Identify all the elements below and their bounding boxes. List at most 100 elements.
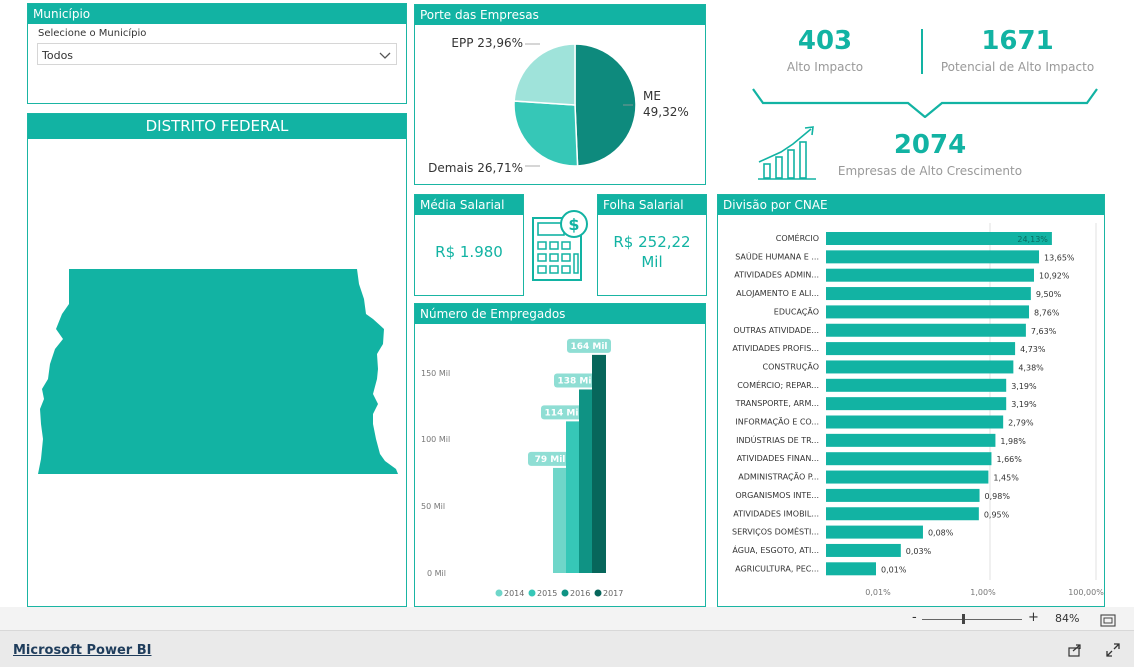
cnae-data-label: 3,19% (1011, 400, 1037, 409)
cnae-category-label: ATIVIDADES IMOBIL... (733, 509, 819, 518)
pie-slice-epp[interactable] (513, 43, 576, 106)
power-bi-link[interactable]: Microsoft Power BI (13, 643, 151, 658)
emp-bar-2017[interactable] (592, 354, 606, 573)
cnae-bar[interactable] (826, 470, 989, 484)
pie-label-me-value: 49,32% (643, 105, 689, 119)
media-salarial-title: Média Salarial (415, 195, 523, 215)
cnae-data-label: 7,63% (1031, 327, 1057, 336)
porte-pie-chart: EPP 23,96% ME 49,32% Demais 26,71% (428, 36, 689, 175)
cnae-data-label: 1,98% (1000, 437, 1026, 446)
folha-salarial-value: R$ 252,22 (613, 233, 691, 251)
cnae-data-label: 9,50% (1036, 290, 1062, 299)
cnae-title: Divisão por CNAE (718, 195, 1104, 215)
pie-label-demais: Demais 26,71% (428, 161, 523, 175)
cnae-category-label: ORGANISMOS INTE... (735, 491, 819, 500)
legend-label-2017: 2017 (603, 589, 623, 598)
legend-label-2015: 2015 (537, 589, 557, 598)
cnae-bar[interactable] (826, 507, 979, 521)
emp-bar-2016[interactable] (579, 389, 593, 573)
kpi-alto-crescimento-label: Empresas de Alto Crescimento (837, 164, 1023, 178)
cnae-category-label: COMÉRCIO; REPAR... (737, 379, 819, 390)
cnae-data-label: 3,19% (1011, 382, 1037, 391)
cnae-data-label: 1,66% (996, 455, 1022, 464)
zoom-slider-track[interactable] (922, 619, 1022, 620)
cnae-category-label: SAÚDE HUMANA E ... (735, 250, 819, 261)
cnae-category-label: ATIVIDADES ADMIN... (734, 271, 819, 280)
y-tick-100: 100 Mil (421, 435, 450, 444)
growth-chart-icon (756, 124, 821, 186)
cnae-bar[interactable] (826, 543, 901, 557)
municipio-dropdown[interactable]: Todos (37, 43, 397, 65)
kpi-potencial-label: Potencial de Alto Impacto (940, 60, 1095, 74)
folha-salarial-title: Folha Salarial (598, 195, 706, 215)
cnae-bar[interactable] (826, 360, 1014, 374)
cnae-data-label: 13,65% (1044, 253, 1075, 262)
cnae-bar[interactable] (826, 250, 1040, 264)
pie-slice-demais[interactable] (513, 100, 579, 167)
municipio-label: Selecione o Município (38, 28, 147, 39)
emp-bar-2015[interactable] (566, 421, 580, 573)
cnae-bar[interactable] (826, 433, 996, 447)
map-title: DISTRITO FEDERAL (28, 114, 406, 139)
cnae-bar[interactable] (826, 378, 1007, 392)
emp-data-label-2014: 79 Mil (535, 455, 566, 465)
calculator-icon: $ (530, 208, 590, 287)
fit-to-page-icon[interactable] (1100, 612, 1116, 631)
share-icon[interactable] (1067, 642, 1083, 662)
cnae-panel: Divisão por CNAE COMÉRCIO 24,13% SAÚDE HUM… (717, 194, 1105, 607)
cnae-category-label: ADMINISTRAÇÃO P... (738, 472, 819, 482)
cnae-category-label: COMÉRCIO (776, 232, 819, 243)
cnae-bar[interactable] (826, 323, 1026, 337)
cnae-data-label: 10,92% (1039, 272, 1070, 281)
cnae-data-label: 4,38% (1018, 363, 1044, 372)
cnae-bar[interactable] (826, 305, 1030, 319)
pie-label-me: ME (643, 89, 661, 103)
pie-label-epp: EPP 23,96% (451, 36, 523, 50)
cnae-category-label: EDUCAÇÃO (774, 306, 819, 316)
cnae-bar[interactable] (826, 268, 1034, 282)
cnae-category-label: ATIVIDADES FINAN... (737, 454, 819, 463)
distrito-federal-map[interactable] (28, 139, 406, 605)
legend-dot-2016 (561, 589, 569, 597)
cnae-category-label: SERVIÇOS DOMÉSTI... (732, 526, 819, 537)
emp-bar-2014[interactable] (553, 467, 567, 573)
kpi-alto-impacto-label: Alto Impacto (786, 60, 864, 74)
cnae-data-label: 0,98% (985, 492, 1011, 501)
zoom-out-button[interactable]: - (912, 610, 917, 625)
cnae-bar[interactable] (826, 525, 923, 539)
porte-title: Porte das Empresas (415, 5, 705, 25)
map-panel: DISTRITO FEDERAL (27, 113, 407, 607)
media-salarial-panel: Média Salarial R$ 1.980 (414, 194, 524, 296)
cnae-category-label: INFORMAÇÃO E CO... (735, 417, 819, 427)
media-salarial-value: R$ 1.980 (435, 243, 503, 261)
cnae-bar[interactable] (826, 415, 1004, 429)
y-tick-150: 150 Mil (421, 369, 450, 378)
kpi-alto-impacto: 403 Alto Impacto (760, 26, 890, 74)
emp-data-label-2015: 114 Mil (544, 408, 581, 418)
kpi-alto-impacto-value: 403 (797, 26, 853, 56)
fullscreen-icon[interactable] (1105, 642, 1121, 662)
kpi-bracket (752, 88, 1098, 118)
zoom-slider-handle[interactable] (962, 614, 965, 624)
cnae-bar[interactable] (826, 342, 1016, 356)
cnae-bar[interactable] (826, 488, 980, 502)
cnae-data-label: 0,08% (928, 529, 954, 538)
legend-dot-2015 (528, 589, 536, 597)
cnae-data-label: 0,95% (984, 510, 1010, 519)
folha-salarial-unit: Mil (641, 253, 663, 271)
cnae-bar[interactable] (826, 397, 1007, 411)
legend-label-2014: 2014 (504, 589, 524, 598)
cnae-bar[interactable] (826, 562, 876, 576)
cnae-bar-chart: COMÉRCIO 24,13% SAÚDE HUMANA E ... 13,65% AT… (732, 223, 1104, 597)
kpi-alto-crescimento-value: 2074 (893, 130, 967, 160)
footer-bar: Microsoft Power BI (0, 630, 1134, 667)
cnae-bar[interactable] (826, 452, 992, 466)
cnae-data-label: 0,01% (881, 565, 907, 574)
empregados-panel: Número de Empregados 150 Mil 100 Mil 50 … (414, 303, 706, 607)
svg-text:$: $ (568, 215, 579, 234)
cnae-category-label: ÁGUA, ESGOTO, ATI... (732, 544, 819, 555)
zoom-in-button[interactable]: + (1028, 610, 1039, 625)
cnae-category-label: OUTRAS ATIVIDADE... (733, 326, 819, 335)
cnae-bar[interactable] (826, 287, 1031, 301)
cnae-x-tick-100: 100,00% (1068, 588, 1104, 597)
